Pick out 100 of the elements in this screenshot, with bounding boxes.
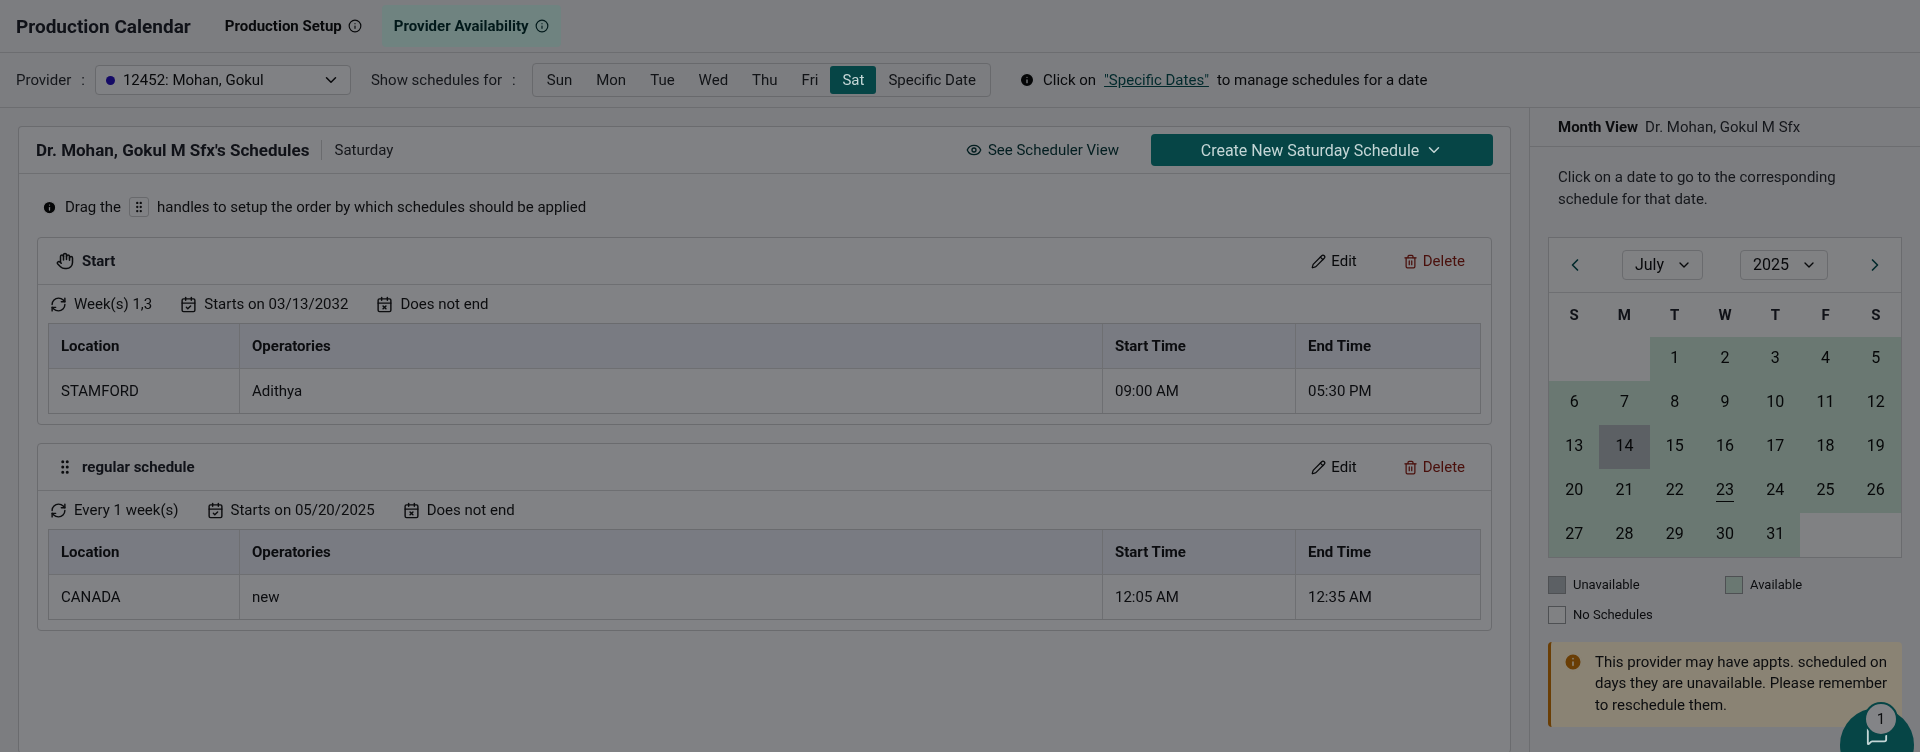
calendar-day[interactable]: 23 (1699, 468, 1751, 513)
calendar-day[interactable]: 1 (1649, 336, 1700, 381)
status-dot (105, 75, 115, 85)
schedule-name: regular schedule (82, 458, 196, 476)
column-header: Location (60, 336, 121, 357)
calendar-day[interactable]: 17 (1750, 424, 1801, 469)
calendar-day[interactable]: 11 (1800, 380, 1851, 425)
end-text: Does not end (400, 295, 489, 313)
table-cell: new (239, 575, 1102, 619)
start-date-text: Starts on 03/13/2032 (204, 295, 349, 313)
info-icon (42, 199, 57, 215)
day-button[interactable]: Mon (584, 66, 639, 94)
calendar-day[interactable]: 27 (1549, 512, 1600, 557)
calendar-day[interactable]: 10 (1750, 380, 1801, 425)
weekday-label: W (1717, 304, 1733, 326)
hint-text: Drag the (65, 198, 122, 216)
edit-button[interactable]: Edit (1305, 457, 1363, 477)
legend-label: No Schedules (1573, 607, 1653, 622)
column-header: Start Time (1102, 324, 1295, 368)
calendar-day[interactable]: 29 (1649, 512, 1700, 557)
day-button[interactable]: Wed (686, 66, 741, 94)
calendar-day[interactable]: 12 (1850, 380, 1901, 425)
drag-handle-icon (129, 197, 150, 217)
calendar-day[interactable]: 8 (1649, 380, 1700, 425)
weekday-label: F (1820, 304, 1831, 326)
specific-dates-link[interactable]: "Specific Dates" (1104, 71, 1209, 89)
calendar-day[interactable]: 30 (1699, 512, 1751, 557)
pencil-icon (1311, 253, 1327, 269)
day-button[interactable]: Tue (638, 66, 687, 94)
calendar-day[interactable]: 2 (1699, 336, 1751, 381)
year-select[interactable]: 2025 (1740, 249, 1828, 280)
hint-text: to manage schedules for a date (1216, 71, 1428, 89)
calendar-day[interactable]: 25 (1800, 468, 1851, 513)
calendar-check-icon (180, 295, 198, 313)
calendar-day[interactable]: 14 (1599, 424, 1650, 469)
calendar-day[interactable]: 24 (1750, 468, 1801, 513)
weekday-label: S (1870, 304, 1882, 326)
calendar-day[interactable]: 26 (1850, 468, 1901, 513)
info-icon (1018, 72, 1035, 88)
table-cell-text: STAMFORD (60, 381, 140, 402)
delete-button[interactable]: Delete (1396, 457, 1471, 477)
legend-label: Available (1750, 577, 1803, 592)
calendar-day[interactable]: 22 (1649, 468, 1700, 513)
table-cell: 05:30 PM (1295, 369, 1480, 413)
weekday-label: S (1568, 304, 1580, 326)
column-header: Start Time (1102, 530, 1295, 574)
day-button[interactable]: Specific Date (876, 66, 988, 94)
calendar-day[interactable]: 21 (1599, 468, 1650, 513)
table-cell: 12:05 AM (1102, 575, 1295, 619)
calendar-day[interactable]: 16 (1699, 424, 1751, 469)
panel-title: Dr. Mohan, Gokul M Sfx's Schedules (36, 140, 323, 160)
day-button[interactable]: Sat (830, 66, 877, 94)
tab[interactable]: Provider Availability (381, 5, 561, 47)
table-cell: 12:35 AM (1295, 575, 1480, 619)
calendar-day[interactable]: 13 (1549, 424, 1600, 469)
weekday-label: M (1616, 304, 1632, 326)
calendar-day[interactable]: 9 (1699, 380, 1751, 425)
calendar-day[interactable]: 6 (1549, 380, 1600, 425)
end-text: Does not end (426, 501, 515, 519)
repeat-icon (50, 295, 67, 313)
calendar-day[interactable]: 4 (1800, 336, 1851, 381)
calendar-day[interactable]: 15 (1649, 424, 1700, 469)
weekday-label: T (1669, 304, 1681, 326)
hand-cursor-icon[interactable] (56, 252, 74, 270)
recurrence-text: Week(s) 1,3 (74, 295, 153, 313)
eye-icon (965, 142, 982, 158)
calendar-day[interactable]: 31 (1750, 512, 1801, 557)
calendar-x-icon (376, 295, 394, 313)
day-button[interactable]: Thu (740, 66, 790, 94)
trash-icon (1402, 459, 1418, 475)
scheduler-view-button[interactable]: See Scheduler View (959, 140, 1125, 160)
info-icon (534, 19, 549, 33)
repeat-icon (50, 501, 67, 519)
month-select[interactable]: July (1621, 249, 1704, 280)
schedule-name: Start (82, 252, 117, 270)
delete-button[interactable]: Delete (1396, 251, 1471, 271)
calendar-day[interactable]: 5 (1850, 336, 1901, 381)
pencil-icon (1311, 459, 1327, 475)
calendar-day[interactable]: 18 (1800, 424, 1851, 469)
tab[interactable]: Production Setup (212, 5, 374, 47)
create-schedule-button[interactable]: Create New Saturday Schedule (1151, 134, 1493, 166)
calendar-day[interactable]: 28 (1599, 512, 1650, 557)
edit-button[interactable]: Edit (1305, 251, 1363, 271)
start-date-text: Starts on 05/20/2025 (230, 501, 375, 519)
column-header: End Time (1295, 324, 1480, 368)
provider-select[interactable]: 12452: Mohan, Gokul (94, 65, 351, 95)
separator: : (512, 71, 516, 89)
panel-subtitle: Saturday (334, 141, 395, 159)
hint-text: Click on a date to go to the corresponding schedule for that date. (1558, 167, 1837, 210)
column-header: Operatories (239, 324, 1102, 368)
hint-text: handles to setup the order by which schedules should be applied (157, 198, 587, 216)
hint-text: Click on (1042, 71, 1097, 89)
calendar-day[interactable]: 19 (1850, 424, 1901, 469)
day-button[interactable]: Fri (789, 66, 831, 94)
calendar-day[interactable]: 3 (1750, 336, 1801, 381)
table-cell: Adithya (239, 369, 1102, 413)
calendar-day[interactable]: 20 (1549, 468, 1600, 513)
calendar-day[interactable]: 7 (1599, 380, 1650, 425)
day-button[interactable]: Sun (534, 66, 585, 94)
field-label: Provider (16, 71, 72, 89)
